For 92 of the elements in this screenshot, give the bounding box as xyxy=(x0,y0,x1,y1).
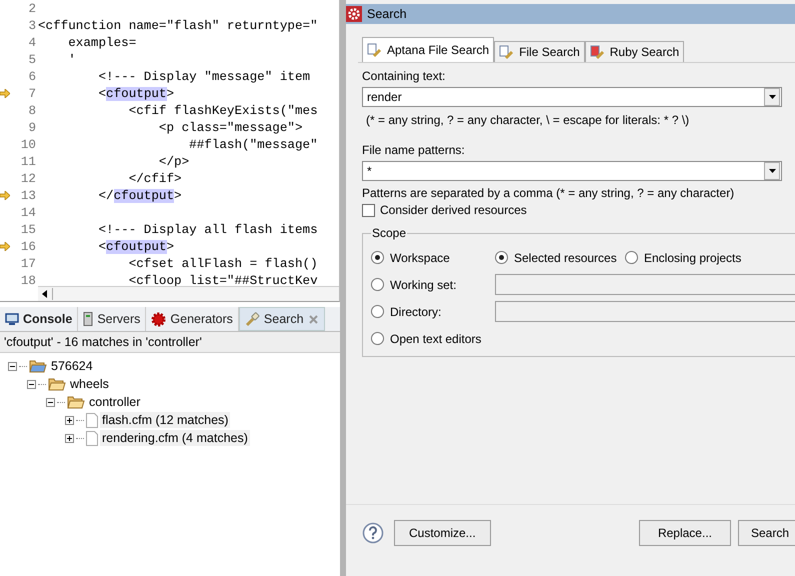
code-line: <cfif flashKeyExists("mes xyxy=(128,104,318,118)
hint-text: (* = any string, ? = any character, \ = escape for literals: * ? \) xyxy=(366,113,690,127)
dropdown-icon[interactable] xyxy=(764,88,780,106)
file-icon xyxy=(86,412,98,428)
line-number: 7 xyxy=(27,86,36,100)
document-pencil-icon xyxy=(590,44,606,60)
code-line: <cfset allFlash = flash() xyxy=(128,256,318,270)
checkbox[interactable] xyxy=(362,204,375,216)
line-number: 12 xyxy=(20,172,36,186)
radio-label[interactable]: Working set: xyxy=(390,278,456,292)
document-pencil-icon xyxy=(367,42,383,58)
help-icon[interactable] xyxy=(362,522,384,544)
expand-toggle[interactable] xyxy=(65,416,74,424)
code-line: <cffunction name="flash" returntype=" xyxy=(37,18,318,32)
line-number: 6 xyxy=(27,70,36,84)
code-line: <cfoutput> xyxy=(97,240,174,254)
code-line: <!--- Display all flash items xyxy=(97,222,318,236)
view-tab[interactable]: Generators xyxy=(146,307,239,331)
file-icon xyxy=(86,430,98,446)
expand-toggle[interactable] xyxy=(46,398,55,406)
radio-button[interactable] xyxy=(625,251,638,264)
line-number: 11 xyxy=(20,154,36,168)
field-label: File name patterns: xyxy=(362,142,466,159)
line-number: 2 xyxy=(27,2,36,16)
code-line: </cfoutput> xyxy=(97,188,182,202)
folder-icon xyxy=(48,377,66,391)
code-line: ' xyxy=(67,52,76,66)
line-number: 8 xyxy=(27,104,36,118)
containing-text-combo[interactable]: render xyxy=(362,87,782,107)
code-line: ##flash("message" xyxy=(188,138,318,152)
view-tab[interactable]: Search xyxy=(238,307,325,331)
radio-button[interactable] xyxy=(371,305,384,318)
search-summary: 'cfoutput' - 16 matches in 'controller' xyxy=(0,332,340,353)
code-line: <!--- Display "message" item xyxy=(97,70,310,84)
search-tab[interactable]: File Search xyxy=(494,41,585,62)
radio-button[interactable] xyxy=(371,251,384,264)
window-title: Search xyxy=(367,7,407,21)
line-number: 15 xyxy=(20,222,36,236)
dropdown-icon[interactable] xyxy=(764,162,780,180)
line-number: 5 xyxy=(27,52,36,66)
view-tab[interactable]: Console xyxy=(0,307,78,331)
code-line: <cfoutput> xyxy=(97,86,174,100)
line-number: 16 xyxy=(20,240,36,254)
radio-label[interactable]: Workspace xyxy=(390,250,450,264)
line-number: 18 xyxy=(20,274,36,286)
monitor-icon xyxy=(5,312,19,326)
line-number: 14 xyxy=(20,206,36,220)
flashlight-icon xyxy=(244,312,260,326)
line-number: 17 xyxy=(20,256,36,270)
search-tab[interactable]: Aptana File Search xyxy=(362,37,494,62)
radio-label[interactable]: Open text editors xyxy=(390,332,482,346)
gear-icon xyxy=(151,312,166,326)
server-icon xyxy=(83,312,94,326)
group-title: Scope xyxy=(371,226,408,240)
folder-icon xyxy=(67,395,85,409)
folder-icon xyxy=(29,359,47,373)
file-patterns-combo[interactable]: * xyxy=(362,161,782,181)
dialog-button[interactable]: Search xyxy=(738,520,795,546)
tree-item[interactable]: rendering.cfm (4 matches) xyxy=(100,430,250,446)
radio-label[interactable]: Enclosing projects xyxy=(644,250,742,264)
line-number: 13 xyxy=(20,188,36,202)
dialog-button[interactable]: Replace... xyxy=(638,520,731,546)
checkbox-label[interactable]: Consider derived resources xyxy=(380,203,527,217)
line-number: 10 xyxy=(20,138,36,152)
code-line: </p> xyxy=(158,154,190,168)
tree-item[interactable]: wheels xyxy=(68,376,111,392)
gear-icon xyxy=(346,6,362,22)
radio-label[interactable]: Selected resources xyxy=(514,250,617,264)
code-line: <cfloop list="##StructKev xyxy=(128,274,318,286)
radio-button[interactable] xyxy=(371,278,384,291)
tree-item[interactable]: 576624 xyxy=(49,358,95,374)
code-line: </cfif> xyxy=(128,172,182,186)
search-tab[interactable]: Ruby Search xyxy=(584,41,684,62)
radio-button[interactable] xyxy=(495,251,508,264)
expand-toggle[interactable] xyxy=(65,434,74,442)
expand-toggle[interactable] xyxy=(8,362,17,370)
view-tab[interactable]: Servers xyxy=(78,307,146,331)
code-line: examples= xyxy=(67,36,136,50)
line-number: 3 xyxy=(27,18,36,32)
tree-item[interactable]: controller xyxy=(87,394,142,410)
horizontal-scrollbar[interactable] xyxy=(38,286,339,301)
tree-item[interactable]: flash.cfm (12 matches) xyxy=(100,412,230,428)
line-number: 4 xyxy=(27,36,36,50)
document-pencil-icon xyxy=(499,44,516,60)
code-line: <p class="message"> xyxy=(158,120,303,134)
radio-button[interactable] xyxy=(371,332,384,345)
dialog-button[interactable]: Customize... xyxy=(394,520,491,546)
expand-toggle[interactable] xyxy=(27,380,36,388)
line-number: 9 xyxy=(27,120,36,134)
radio-label[interactable]: Directory: xyxy=(390,304,442,318)
hint-text: Patterns are separated by a comma (* = any string, ? = any character) xyxy=(362,186,736,200)
field-label: Containing text: xyxy=(362,68,446,85)
